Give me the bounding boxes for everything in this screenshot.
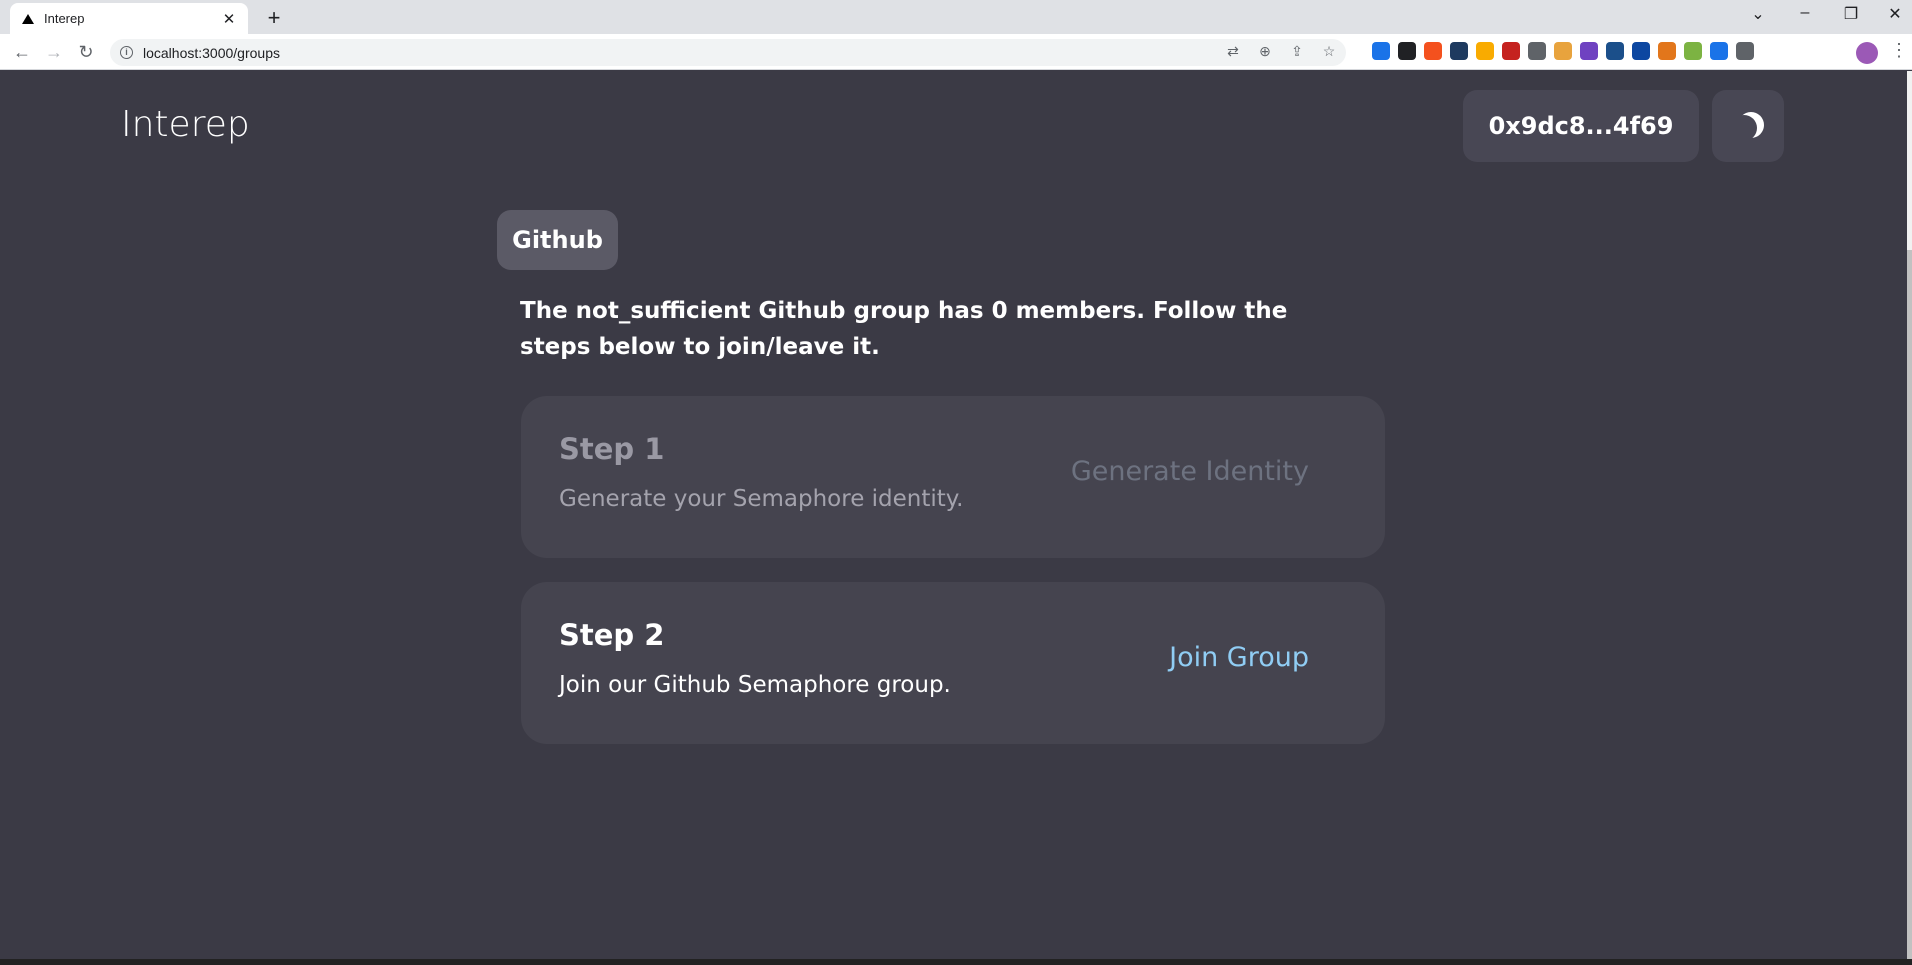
browser-tab-bar: Interep ✕ + ⌄ – ❐ ✕: [0, 0, 1912, 34]
bottom-edge: [0, 959, 1912, 965]
extension-icon[interactable]: [1398, 42, 1416, 60]
browser-tab[interactable]: Interep ✕: [10, 3, 248, 34]
reload-icon[interactable]: ↻: [74, 40, 98, 64]
close-window-button[interactable]: ✕: [1880, 4, 1910, 24]
new-tab-button[interactable]: +: [262, 5, 286, 31]
triangle-favicon-icon: [22, 13, 34, 24]
brand-logo-text[interactable]: Interep: [121, 104, 250, 145]
extension-icon[interactable]: [1372, 42, 1390, 60]
extension-icon[interactable]: [1580, 42, 1598, 60]
join-group-button[interactable]: Join Group: [1169, 642, 1309, 673]
extension-icon[interactable]: [1502, 42, 1520, 60]
extension-icon[interactable]: [1528, 42, 1546, 60]
extension-icon[interactable]: [1736, 42, 1754, 60]
extensions-row: [1372, 42, 1754, 60]
step-title: Step 2: [559, 618, 665, 652]
tab-close-icon[interactable]: ✕: [220, 10, 238, 28]
extension-icon[interactable]: [1606, 42, 1624, 60]
profile-avatar[interactable]: [1856, 42, 1878, 64]
address-bar[interactable]: i localhost:3000/groups ⇄ ⊕ ⇪ ☆: [110, 39, 1346, 66]
extension-icon[interactable]: [1424, 42, 1442, 60]
extension-icon[interactable]: [1658, 42, 1676, 60]
extension-icon[interactable]: [1476, 42, 1494, 60]
minimize-button[interactable]: –: [1790, 4, 1820, 22]
step-text: Join our Github Semaphore group.: [559, 672, 951, 698]
extension-icon[interactable]: [1684, 42, 1702, 60]
bookmark-star-icon[interactable]: ☆: [1320, 43, 1338, 60]
provider-tag: Github: [497, 210, 618, 270]
url-text[interactable]: localhost:3000/groups: [143, 45, 280, 61]
group-description: The not_sufficient Github group has 0 me…: [520, 298, 1288, 360]
share-icon[interactable]: ⇪: [1288, 43, 1306, 60]
translate-icon[interactable]: ⇄: [1224, 43, 1242, 60]
restore-button[interactable]: ❐: [1836, 4, 1866, 24]
site-info-icon[interactable]: i: [120, 46, 133, 59]
extension-icon[interactable]: [1710, 42, 1728, 60]
extension-icon[interactable]: [1632, 42, 1650, 60]
step-card-2: Step 2 Join our Github Semaphore group. …: [521, 582, 1385, 744]
zoom-icon[interactable]: ⊕: [1256, 43, 1274, 60]
moon-icon: [1731, 115, 1757, 141]
step-title: Step 1: [559, 432, 665, 466]
extension-icon[interactable]: [1554, 42, 1572, 60]
forward-arrow-icon[interactable]: →: [42, 40, 66, 64]
wallet-address-button[interactable]: 0x9dc8...4f69: [1463, 90, 1699, 162]
browser-menu-icon[interactable]: ⋮: [1890, 40, 1908, 61]
tab-search-chevron-icon[interactable]: ⌄: [1743, 4, 1773, 24]
theme-toggle-button[interactable]: [1712, 90, 1784, 162]
tab-title: Interep: [44, 11, 85, 26]
scrollbar-thumb[interactable]: [1907, 250, 1912, 959]
generate-identity-button[interactable]: Generate Identity: [1071, 456, 1309, 487]
step-text: Generate your Semaphore identity.: [559, 486, 964, 512]
back-arrow-icon[interactable]: ←: [10, 40, 34, 64]
browser-toolbar: ← → ↻ i localhost:3000/groups ⇄ ⊕ ⇪ ☆ ⋮: [0, 34, 1912, 70]
extension-icon[interactable]: [1450, 42, 1468, 60]
step-card-1: Step 1 Generate your Semaphore identity.…: [521, 396, 1385, 558]
